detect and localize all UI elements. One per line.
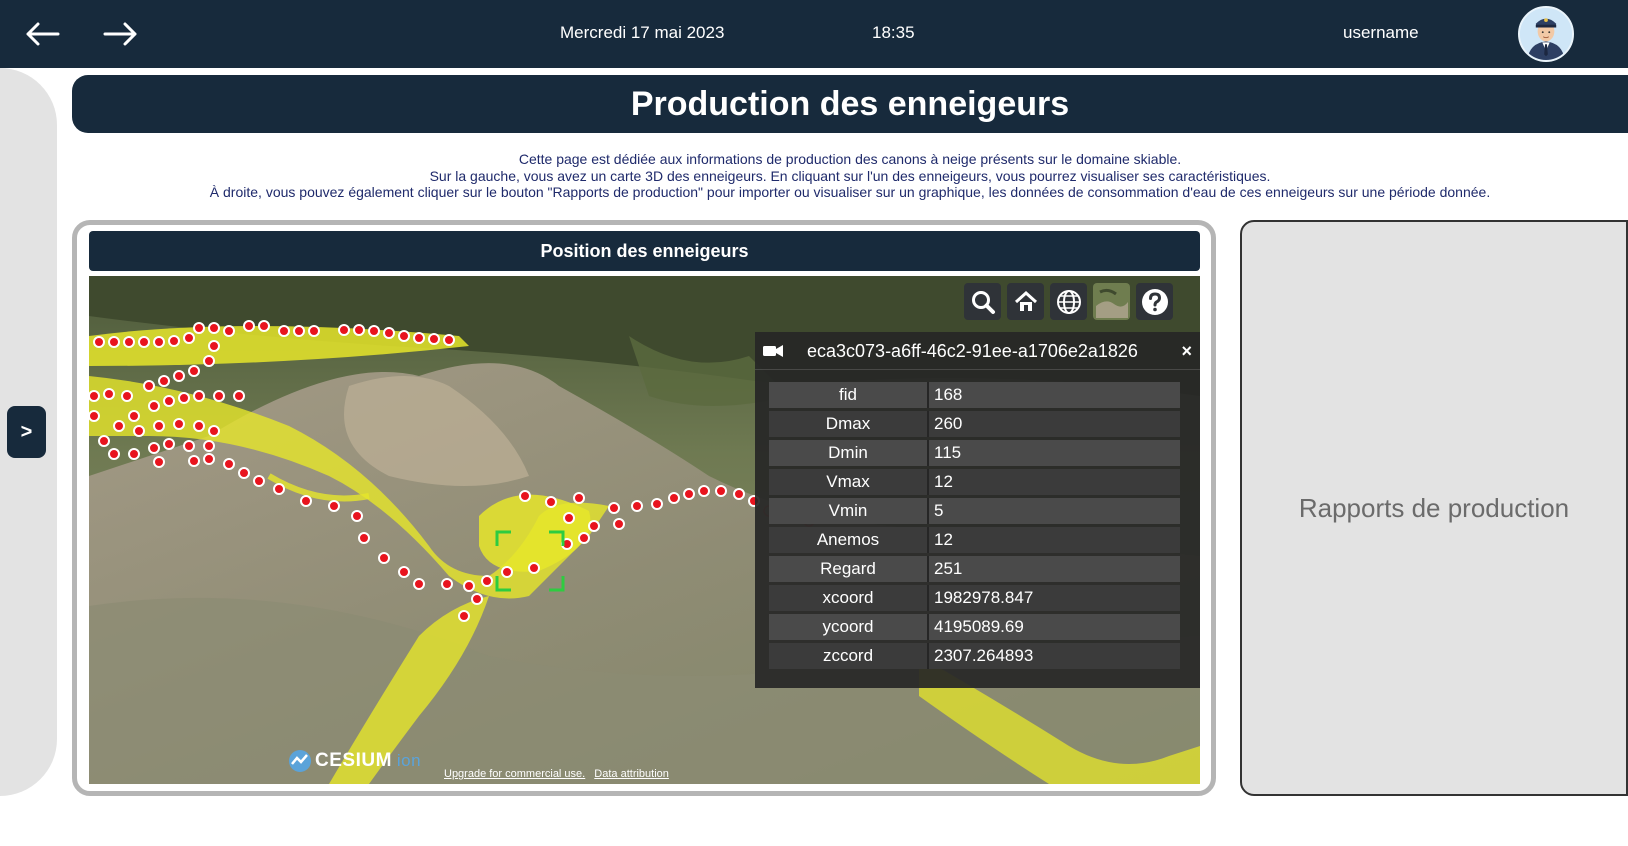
attribute-value: 1982978.847 [929,585,1180,611]
user-avatar-icon[interactable] [1518,6,1574,62]
cesium-logo-icon [289,750,311,772]
table-row: Vmax 12 [769,469,1180,495]
home-icon [1014,290,1037,311]
top-bar: Mercredi 17 mai 2023 18:35 username [0,0,1628,68]
current-date: Mercredi 17 mai 2023 [560,23,725,42]
intro-line: Cette page est dédiée aux informations d… [518,151,1182,167]
attribute-key: Vmin [769,498,929,524]
current-time: 18:35 [872,23,915,42]
feature-infobox: eca3c073-a6ff-46c2-91ee-a1706e2a1826 × f… [755,332,1200,688]
attribute-value: 115 [929,440,1180,466]
attribute-key: fid [769,382,929,408]
map-toolbar [964,283,1173,320]
search-button[interactable] [964,283,1001,320]
cesium-ion-logo[interactable]: CESIUM ion [287,748,421,774]
attribute-table: fid 168 Dmax 260 Dmin 115 Vmax 12 Vmin 5 Anem… [769,379,1180,672]
cesium-ion-suffix: ion [396,751,422,770]
table-row: Dmin 115 [769,440,1180,466]
map-credits: Upgrade for commercial use. Data attribu… [444,768,675,780]
table-row: zccord 2307.264893 [769,643,1180,669]
cesium-logo-text: CESIUM [315,750,392,771]
scene-mode-button[interactable] [1050,283,1087,320]
attribute-value: 4195089.69 [929,614,1180,640]
table-row: Anemos 12 [769,527,1180,553]
table-row: Regard 251 [769,556,1180,582]
home-button[interactable] [1007,283,1044,320]
attribute-value: 168 [929,382,1180,408]
attribute-key: ycoord [769,614,929,640]
infobox-title: eca3c073-a6ff-46c2-91ee-a1706e2a1826 [755,332,1200,370]
sidebar-toggle-button[interactable]: > [7,406,46,458]
table-row: ycoord 4195089.69 [769,614,1180,640]
attribute-key: Dmin [769,440,929,466]
base-layer-picker-button[interactable] [1093,283,1130,320]
page-title: Production des enneigeurs [72,75,1628,133]
attribute-value: 260 [929,411,1180,437]
help-icon [1141,288,1168,315]
upgrade-link[interactable]: Upgrade for commercial use. [444,768,585,780]
arrow-right-icon [103,22,137,46]
help-button[interactable] [1136,283,1173,320]
production-reports-label: Rapports de production [1298,492,1570,523]
attribute-value: 12 [929,527,1180,553]
intro-line: À droite, vous pouvez également cliquer … [209,184,1491,200]
close-icon[interactable]: × [1181,341,1192,362]
attribute-value: 5 [929,498,1180,524]
arrow-left-icon [26,22,60,46]
map-header: Position des enneigeurs [89,231,1200,271]
camera-icon[interactable] [763,344,783,358]
username-label[interactable]: username [1343,23,1419,43]
search-icon [971,290,995,314]
table-row: Vmin 5 [769,498,1180,524]
attribute-value: 12 [929,469,1180,495]
globe-icon [1056,289,1081,314]
attribute-key: Vmax [769,469,929,495]
attribute-key: xcoord [769,585,929,611]
attribute-key: zccord [769,643,929,669]
back-button[interactable] [22,16,62,52]
table-row: xcoord 1982978.847 [769,585,1180,611]
intro-line: Sur la gauche, vous avez un carte 3D des… [429,167,1271,184]
production-reports-button[interactable]: Rapports de production [1240,220,1628,796]
page-intro: Cette page est dédiée aux informations d… [72,151,1628,201]
attribute-key: Anemos [769,527,929,553]
data-attribution-link[interactable]: Data attribution [594,768,669,780]
table-row: Dmax 260 [769,411,1180,437]
attribute-key: Regard [769,556,929,582]
cesium-3d-map[interactable]: eca3c073-a6ff-46c2-91ee-a1706e2a1826 × f… [89,276,1200,784]
attribute-key: Dmax [769,411,929,437]
attribute-value: 2307.264893 [929,643,1180,669]
forward-button[interactable] [101,16,141,52]
attribute-value: 251 [929,556,1180,582]
imagery-layer-icon [1095,285,1128,318]
table-row: fid 168 [769,382,1180,408]
